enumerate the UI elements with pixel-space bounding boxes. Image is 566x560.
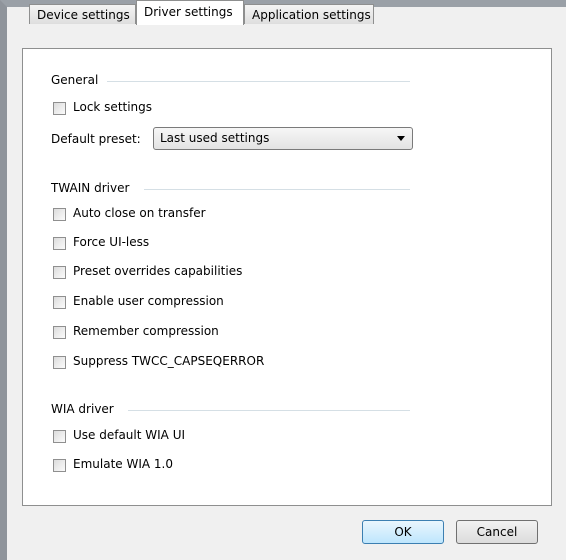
enable-user-compression-label[interactable]: Enable user compression	[73, 294, 224, 308]
chevron-down-icon	[397, 136, 405, 141]
remember-compression-checkbox[interactable]	[53, 326, 66, 339]
tab-device-settings[interactable]: Device settings	[29, 4, 136, 24]
tab-application-settings[interactable]: Application settings	[244, 4, 374, 24]
suppress-capseqerror-checkbox[interactable]	[53, 356, 66, 369]
force-ui-less-label[interactable]: Force UI-less	[73, 235, 149, 249]
wia-group-title: WIA driver	[51, 402, 114, 416]
default-preset-value: Last used settings	[160, 131, 270, 145]
force-ui-less-checkbox[interactable]	[53, 237, 66, 250]
default-preset-select[interactable]: Last used settings	[153, 127, 413, 150]
general-group-title: General	[51, 73, 99, 87]
auto-close-label[interactable]: Auto close on transfer	[73, 206, 206, 220]
cancel-button[interactable]: Cancel	[456, 520, 538, 544]
twain-group-title: TWAIN driver	[51, 181, 130, 195]
remember-compression-label[interactable]: Remember compression	[73, 324, 219, 338]
lock-settings-label[interactable]: Lock settings	[73, 100, 152, 114]
general-group-divider	[107, 81, 410, 82]
preset-overrides-checkbox[interactable]	[53, 266, 66, 279]
use-default-wia-ui-label[interactable]: Use default WIA UI	[73, 428, 185, 442]
use-default-wia-ui-checkbox[interactable]	[53, 430, 66, 443]
lock-settings-checkbox[interactable]	[53, 102, 66, 115]
auto-close-checkbox[interactable]	[53, 208, 66, 221]
tab-driver-settings[interactable]: Driver settings	[136, 0, 244, 25]
ok-button[interactable]: OK	[362, 520, 444, 544]
twain-group-divider	[144, 189, 410, 190]
emulate-wia-label[interactable]: Emulate WIA 1.0	[73, 457, 173, 471]
suppress-capseqerror-label[interactable]: Suppress TWCC_CAPSEQERROR	[73, 354, 264, 368]
emulate-wia-checkbox[interactable]	[53, 459, 66, 472]
default-preset-label: Default preset:	[51, 132, 141, 146]
preset-overrides-label[interactable]: Preset overrides capabilities	[73, 264, 242, 278]
wia-group-divider	[128, 410, 410, 411]
enable-user-compression-checkbox[interactable]	[53, 296, 66, 309]
